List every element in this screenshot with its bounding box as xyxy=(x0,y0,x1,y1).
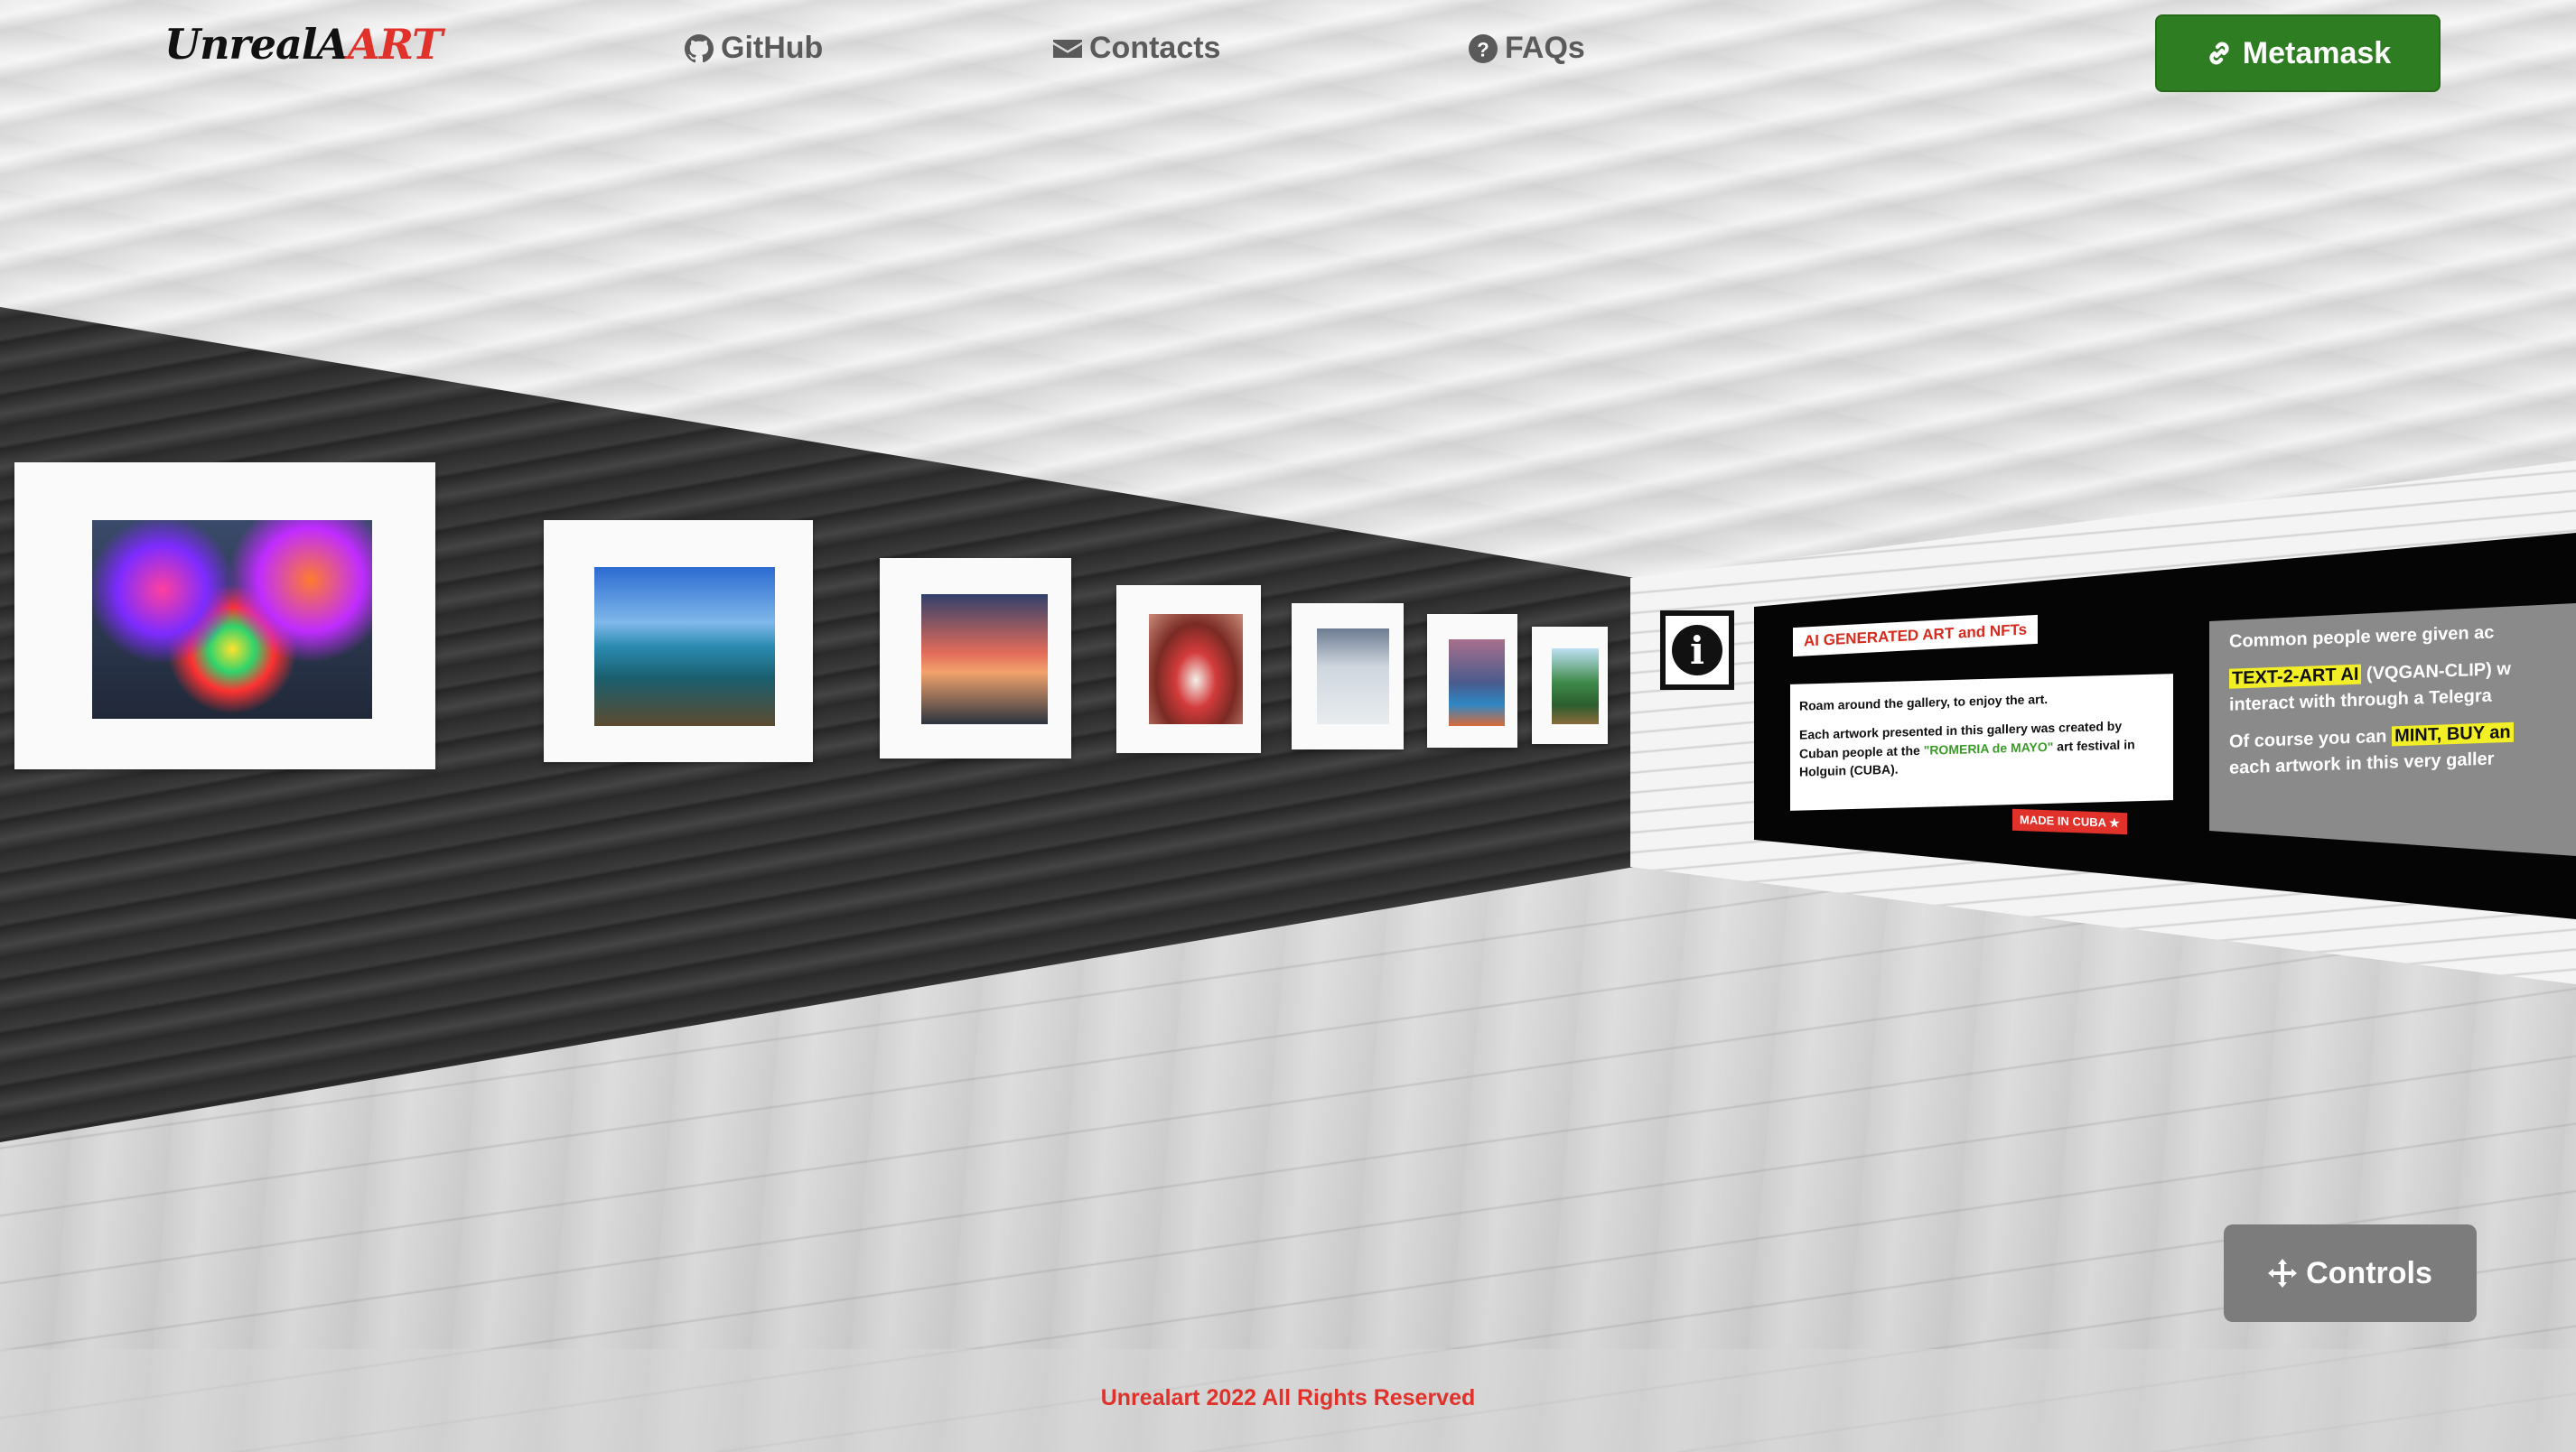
artwork-frame[interactable] xyxy=(1292,603,1404,749)
info-icon-glyph: i xyxy=(1672,625,1722,675)
artwork-frame[interactable] xyxy=(1427,614,1517,748)
github-icon xyxy=(685,33,714,62)
nav-github-label: GitHub xyxy=(721,31,824,65)
info-panel-text-span: Of course you can xyxy=(2229,726,2393,752)
info-card-line1: Roam around the gallery, to enjoy the ar… xyxy=(1799,691,2049,713)
metamask-label: Metamask xyxy=(2242,35,2392,70)
nav-contacts[interactable]: Contacts xyxy=(1053,31,1220,66)
festival-name: "ROMERIA de MAYO" xyxy=(1923,739,2054,758)
logo[interactable]: UnrealAART xyxy=(164,20,443,69)
svg-text:?: ? xyxy=(1477,38,1489,60)
artwork-frame[interactable] xyxy=(880,558,1071,759)
artwork-frame[interactable] xyxy=(14,462,435,769)
highlight-text: MINT, BUY an xyxy=(2392,721,2514,747)
arrows-move-icon xyxy=(2268,1259,2298,1288)
artwork-butterflies xyxy=(92,520,372,719)
made-in-cuba-badge: MADE IN CUBA ★ xyxy=(2012,808,2127,835)
artwork-white-field xyxy=(1317,628,1389,724)
link-icon xyxy=(2209,42,2229,65)
info-card: Roam around the gallery, to enjoy the ar… xyxy=(1790,674,2173,811)
footer: Unrealart 2022 All Rights Reserved xyxy=(0,1349,2576,1452)
nav-faqs[interactable]: ? FAQs xyxy=(1469,31,1585,66)
logo-text-unreal: UnrealA xyxy=(164,20,349,69)
info-panel-text: Common people were given ac TEXT-2-ART A… xyxy=(2229,617,2576,792)
artwork-pool xyxy=(1449,639,1505,726)
metamask-button[interactable]: Metamask xyxy=(2155,14,2441,92)
artwork-frame[interactable] xyxy=(1116,585,1261,753)
artwork-tropical-sea xyxy=(594,567,775,726)
gallery-3d-scene[interactable]: i AI GENERATED ART and NFTs Roam around … xyxy=(0,0,2576,1452)
nav-github[interactable]: GitHub xyxy=(685,31,823,66)
artwork-garden xyxy=(1552,648,1599,724)
footer-copyright: Unrealart 2022 All Rights Reserved xyxy=(1100,1384,1476,1410)
controls-label: Controls xyxy=(2306,1255,2432,1290)
controls-button[interactable]: Controls xyxy=(2224,1224,2477,1322)
highlight-text: TEXT-2-ART AI xyxy=(2229,664,2362,689)
nav-faqs-label: FAQs xyxy=(1505,31,1585,65)
nav-contacts-label: Contacts xyxy=(1089,31,1221,65)
artwork-frame[interactable] xyxy=(1532,627,1608,744)
info-panel-text-span: (VQGAN-CLIP) w xyxy=(2361,658,2511,684)
artwork-smile xyxy=(1149,614,1243,724)
question-circle-icon: ? xyxy=(1469,33,1498,63)
info-card-line2: Each artwork presented in this gallery w… xyxy=(1799,716,2164,781)
envelope-icon xyxy=(1053,39,1082,58)
logo-text-art: ART xyxy=(348,20,443,69)
info-icon[interactable]: i xyxy=(1660,610,1734,690)
artwork-frame[interactable] xyxy=(544,520,813,762)
artwork-sunset-apple xyxy=(921,594,1048,724)
